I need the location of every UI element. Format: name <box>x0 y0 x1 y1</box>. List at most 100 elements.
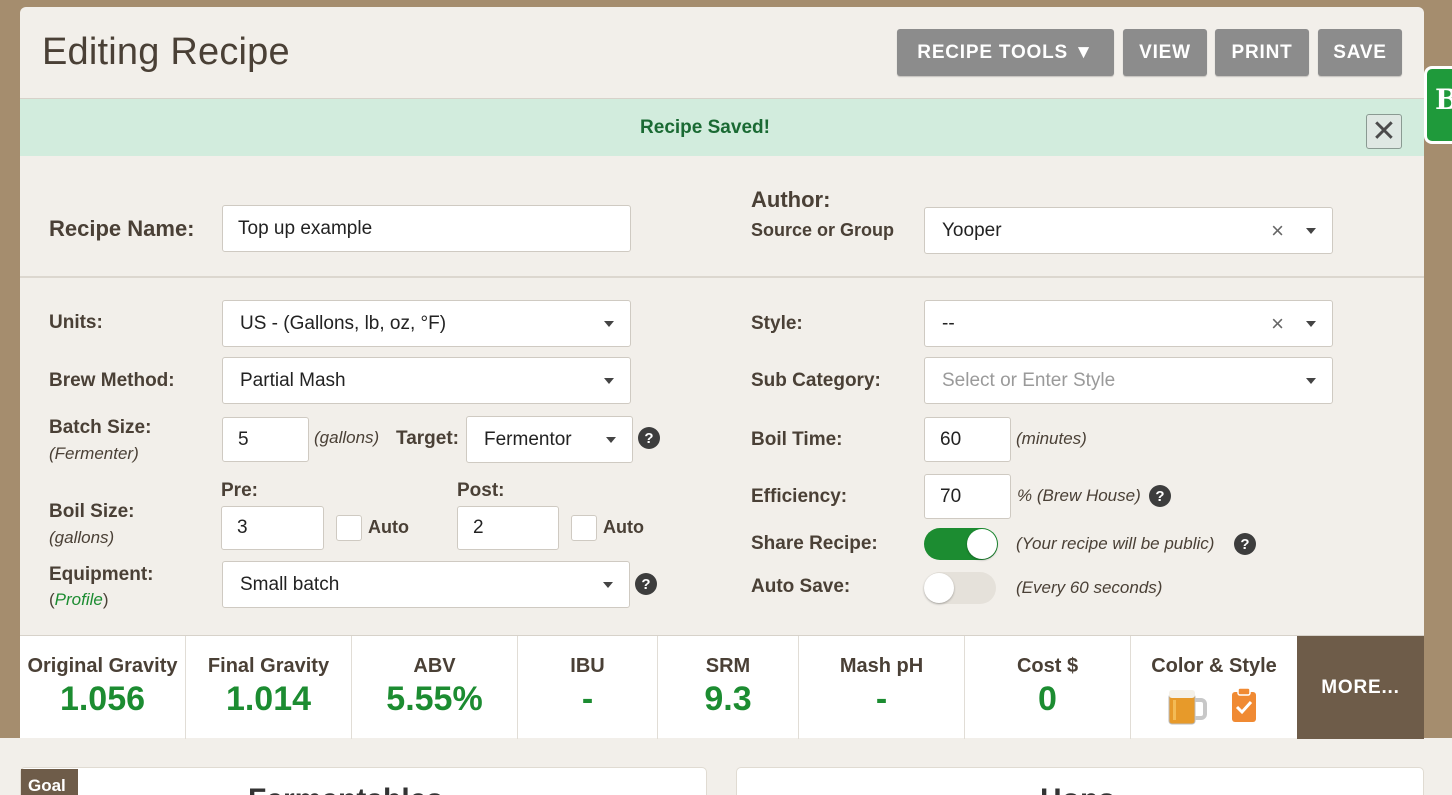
equipment-label: Equipment: <box>49 564 154 585</box>
share-recipe-note: (Your recipe will be public) <box>1016 534 1215 553</box>
stat-srm: SRM 9.3 <box>658 636 799 739</box>
auto-save-note: (Every 60 seconds) <box>1016 578 1163 597</box>
equipment-profile-wrapper: (Profile) <box>49 590 109 610</box>
post-boil-auto-checkbox[interactable] <box>571 515 597 541</box>
style-label: Style: <box>751 313 803 334</box>
sub-category-label: Sub Category: <box>751 370 881 391</box>
stat-label: Color & Style <box>1151 655 1277 677</box>
boil-time-input[interactable]: 60 <box>924 417 1011 462</box>
post-boil-input[interactable]: 2 <box>457 506 559 550</box>
author-value: Yooper <box>942 219 1002 241</box>
brew-method-label: Brew Method: <box>49 370 175 391</box>
stat-mash-ph: Mash pH - <box>799 636 965 739</box>
help-icon[interactable]: ? <box>635 573 657 595</box>
auto-save-label: Auto Save: <box>751 576 851 597</box>
stat-value: 5.55% <box>386 680 483 718</box>
recipe-name-label: Recipe Name: <box>49 216 195 241</box>
profile-link[interactable]: Profile <box>55 590 103 609</box>
stat-label: SRM <box>705 655 751 677</box>
stat-cost: Cost $ 0 <box>965 636 1131 739</box>
pre-boil-label: Pre: <box>221 480 258 501</box>
target-select[interactable]: Fermentor <box>466 416 633 463</box>
fermentables-title: Fermentables <box>248 783 443 795</box>
pre-boil-auto-checkbox[interactable] <box>336 515 362 541</box>
author-label: Author: <box>751 187 831 212</box>
stat-abv: ABV 5.55% <box>352 636 518 739</box>
stat-label: ABV <box>413 655 456 677</box>
boil-size-sublabel: (gallons) <box>49 528 115 547</box>
chevron-down-icon <box>603 582 613 588</box>
batch-size-label: Batch Size: <box>49 417 152 438</box>
brew-method-select[interactable]: Partial Mash <box>222 357 631 404</box>
help-icon[interactable]: ? <box>638 427 660 449</box>
clear-icon[interactable]: × <box>1271 218 1284 244</box>
style-value: -- <box>942 312 955 334</box>
stat-label: IBU <box>570 655 605 677</box>
recipe-name-value: Top up example <box>238 217 373 239</box>
toggle-knob <box>967 529 997 559</box>
stat-color-style: Color & Style <box>1131 636 1297 739</box>
batch-size-value: 5 <box>238 428 249 450</box>
post-boil-auto-label: Auto <box>603 517 644 537</box>
efficiency-label: Efficiency: <box>751 486 848 507</box>
toggle-knob <box>924 573 954 603</box>
print-button[interactable]: PRINT <box>1215 29 1309 76</box>
help-icon[interactable]: ? <box>1234 533 1256 555</box>
sub-category-select[interactable]: Select or Enter Style <box>924 357 1333 404</box>
page-title: Editing Recipe <box>42 31 290 73</box>
save-button[interactable]: SAVE <box>1318 29 1402 76</box>
units-select[interactable]: US - (Gallons, lb, oz, °F) <box>222 300 631 347</box>
target-value: Fermentor <box>484 428 572 450</box>
batch-size-sublabel: (Fermenter) <box>49 444 139 463</box>
stat-label: Final Gravity <box>207 655 330 677</box>
chevron-down-icon <box>604 321 614 327</box>
batch-size-unit: (gallons) <box>314 428 380 447</box>
post-boil-label: Post: <box>457 480 505 501</box>
share-recipe-toggle[interactable] <box>924 528 998 560</box>
stat-original-gravity: Original Gravity 1.056 <box>20 636 186 739</box>
recipe-editor-card: Editing Recipe RECIPE TOOLS ▼ VIEW PRINT… <box>20 7 1424 739</box>
chevron-down-icon <box>604 378 614 384</box>
author-select[interactable]: Yooper × <box>924 207 1333 254</box>
stat-label: Cost $ <box>1016 655 1079 677</box>
stat-value: - <box>581 680 594 718</box>
recipe-tools-button[interactable]: RECIPE TOOLS ▼ <box>897 29 1114 76</box>
hops-title: Hops <box>1040 783 1115 795</box>
chevron-down-icon <box>606 437 616 443</box>
efficiency-unit: % (Brew House) <box>1017 486 1141 505</box>
units-value: US - (Gallons, lb, oz, °F) <box>240 312 447 334</box>
side-badge[interactable]: B <box>1424 66 1452 144</box>
help-icon[interactable]: ? <box>1149 485 1171 507</box>
units-label: Units: <box>49 312 103 333</box>
share-recipe-label: Share Recipe: <box>751 533 878 554</box>
clipboard-check-icon <box>1232 687 1256 722</box>
pre-boil-input[interactable]: 3 <box>221 506 324 550</box>
efficiency-input[interactable]: 70 <box>924 474 1011 519</box>
sub-category-placeholder: Select or Enter Style <box>942 369 1116 391</box>
brew-method-value: Partial Mash <box>240 369 346 391</box>
boil-time-unit: (minutes) <box>1016 429 1087 448</box>
recipe-name-input[interactable]: Top up example <box>222 205 631 252</box>
author-sublabel: Source or Group <box>751 220 895 240</box>
equipment-select[interactable]: Small batch <box>222 561 630 608</box>
save-alert: Recipe Saved! ✕ <box>20 99 1424 156</box>
auto-save-toggle[interactable] <box>924 572 996 604</box>
clear-icon[interactable]: × <box>1271 311 1284 337</box>
stat-value: 1.014 <box>225 680 312 718</box>
stat-value: 0 <box>1038 680 1057 718</box>
close-icon[interactable]: ✕ <box>1366 114 1402 149</box>
stat-value: 1.056 <box>59 680 146 718</box>
view-button[interactable]: VIEW <box>1123 29 1207 76</box>
stat-label: Original Gravity <box>27 655 178 677</box>
boil-time-value: 60 <box>940 428 962 450</box>
color-style-icons <box>1168 687 1256 725</box>
more-button[interactable]: MORE... <box>1297 636 1424 739</box>
stat-label: Mash pH <box>839 655 924 677</box>
batch-size-input[interactable]: 5 <box>222 417 309 462</box>
style-select[interactable]: -- × <box>924 300 1333 347</box>
pre-boil-value: 3 <box>237 517 248 538</box>
stats-bar: Original Gravity 1.056 Final Gravity 1.0… <box>20 635 1424 739</box>
goal-tab[interactable]: Goal <box>21 769 78 795</box>
stat-ibu: IBU - <box>518 636 658 739</box>
chevron-down-icon <box>1306 321 1316 327</box>
